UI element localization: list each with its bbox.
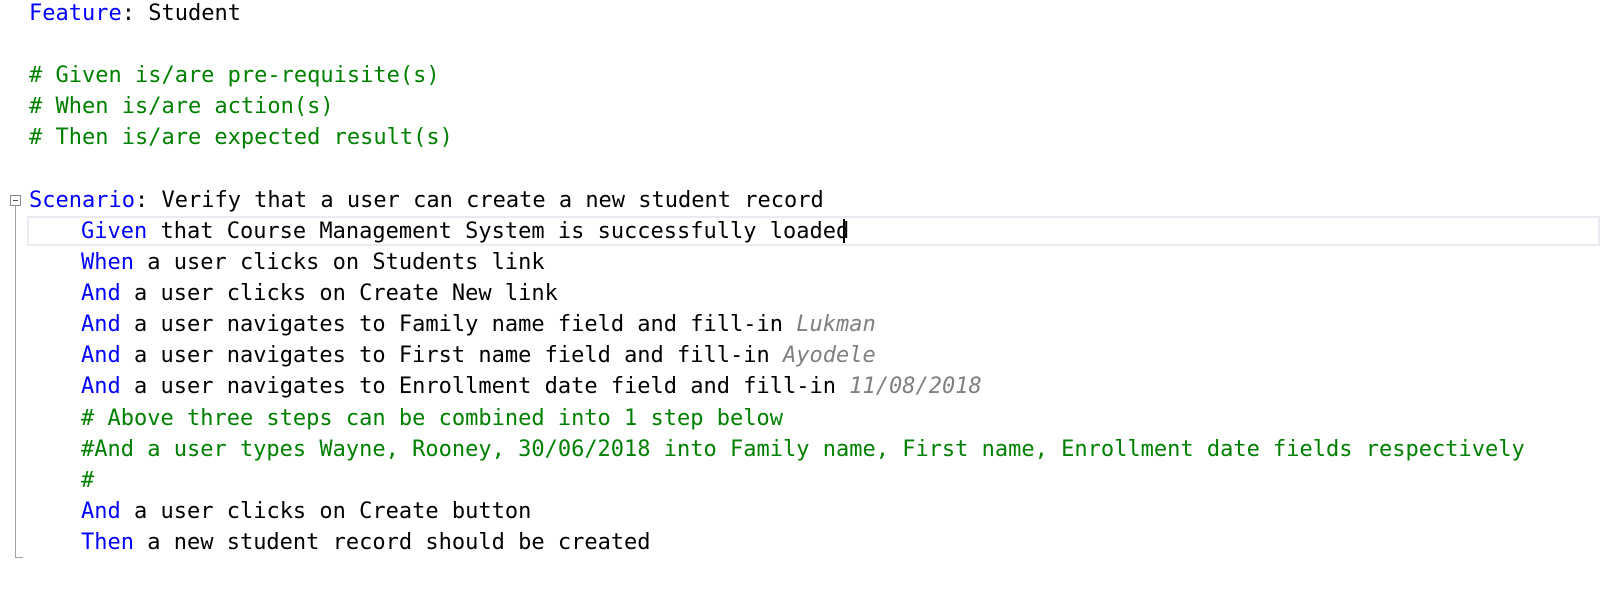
step-keyword: When [81,250,134,275]
step-text: a user navigates to First name field and… [120,343,784,368]
comment-line[interactable]: # Above three steps can be combined into… [81,403,783,434]
step-line[interactable]: And a user navigates to Enrollment date … [81,371,982,402]
step-line[interactable]: And a user clicks on Create New link [81,278,558,309]
step-text: a new student record should be created [133,530,651,555]
step-text: a user clicks on Create New link [120,281,558,306]
step-keyword: And [81,281,121,306]
step-parameter: Lukman [796,312,876,337]
scenario-separator: : [134,188,162,213]
step-text: a user clicks on Create button [120,499,532,524]
feature-file-editor[interactable]: Feature: Student # Given is/are pre-requ… [0,0,1600,598]
step-line[interactable]: Then a new student record should be crea… [81,527,651,558]
scenario-title: Verify that a user can create a new stud… [161,188,824,213]
comment-line[interactable]: # Given is/are pre-requisite(s) [29,60,440,91]
fold-guide-line [15,206,16,558]
step-parameter: Ayodele [783,343,876,368]
step-parameter: 11/08/2018 [849,374,982,399]
step-text: that Course Management System is success… [147,219,850,244]
comment-line[interactable]: #And a user types Wayne, Rooney, 30/06/2… [81,434,1525,465]
comment-line[interactable]: # Then is/are expected result(s) [29,122,453,153]
step-keyword: Given [81,219,148,244]
feature-keyword: Feature [29,1,122,26]
step-keyword: And [81,312,121,337]
feature-name: Student [148,1,241,26]
step-keyword: And [81,374,121,399]
step-text: a user navigates to Enrollment date fiel… [120,374,850,399]
step-line[interactable]: When a user clicks on Students link [81,247,545,278]
step-keyword: Then [81,530,134,555]
scenario-keyword: Scenario [29,188,135,213]
step-text: a user navigates to Family name field an… [120,312,797,337]
step-text: a user clicks on Students link [133,250,545,275]
comment-line[interactable]: # [81,465,94,496]
fold-guide-end [15,557,23,558]
feature-line[interactable]: Feature: Student [29,0,241,29]
step-line[interactable]: And a user clicks on Create button [81,496,531,527]
feature-separator: : [121,1,149,26]
scenario-line[interactable]: Scenario: Verify that a user can create … [29,185,824,216]
step-keyword: And [81,343,121,368]
step-line[interactable]: And a user navigates to First name field… [81,340,876,371]
step-line[interactable]: And a user navigates to Family name fiel… [81,309,876,340]
step-keyword: And [81,499,121,524]
step-line[interactable]: Given that Course Management System is s… [81,216,849,247]
comment-line[interactable]: # When is/are action(s) [29,91,334,122]
collapse-minus-icon[interactable] [10,195,21,206]
text-caret [843,219,845,243]
